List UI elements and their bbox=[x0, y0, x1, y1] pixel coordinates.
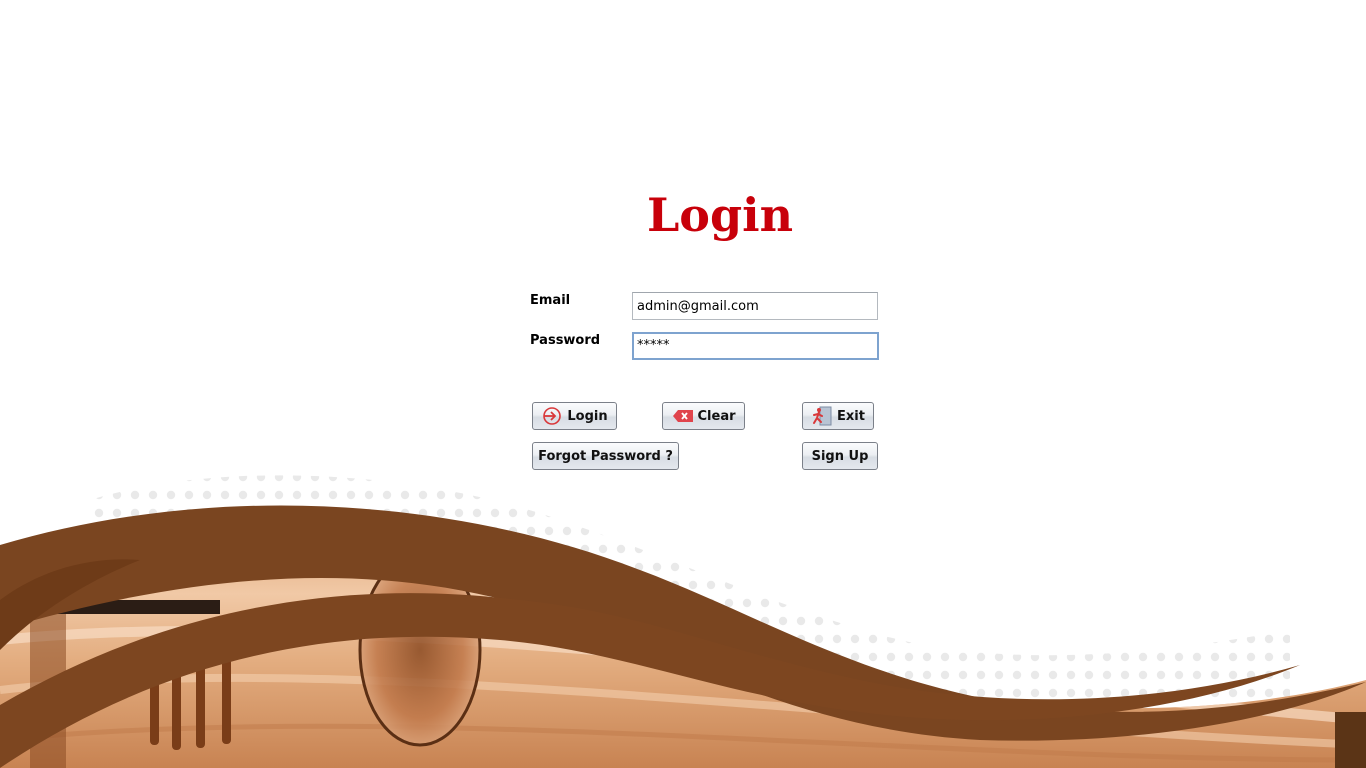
exit-button[interactable]: Exit bbox=[802, 402, 874, 430]
login-button-label: Login bbox=[567, 408, 608, 424]
email-field[interactable] bbox=[632, 292, 878, 320]
clear-button-label: Clear bbox=[697, 408, 736, 424]
decorative-background bbox=[0, 475, 1366, 768]
login-button[interactable]: Login bbox=[532, 402, 617, 430]
clear-button[interactable]: Clear bbox=[662, 402, 745, 430]
password-label: Password bbox=[530, 333, 601, 348]
sign-up-button-label: Sign Up bbox=[811, 448, 869, 464]
sign-up-button[interactable]: Sign Up bbox=[802, 442, 878, 470]
login-arrow-icon bbox=[541, 406, 563, 426]
forgot-password-button-label: Forgot Password ? bbox=[538, 448, 673, 464]
page-title: Login bbox=[646, 188, 794, 242]
clear-tag-icon bbox=[672, 406, 694, 426]
exit-door-icon bbox=[811, 406, 833, 426]
password-field[interactable]: ***** bbox=[632, 332, 879, 360]
exit-button-label: Exit bbox=[837, 408, 865, 424]
forgot-password-button[interactable]: Forgot Password ? bbox=[532, 442, 679, 470]
email-label: Email bbox=[530, 293, 571, 308]
